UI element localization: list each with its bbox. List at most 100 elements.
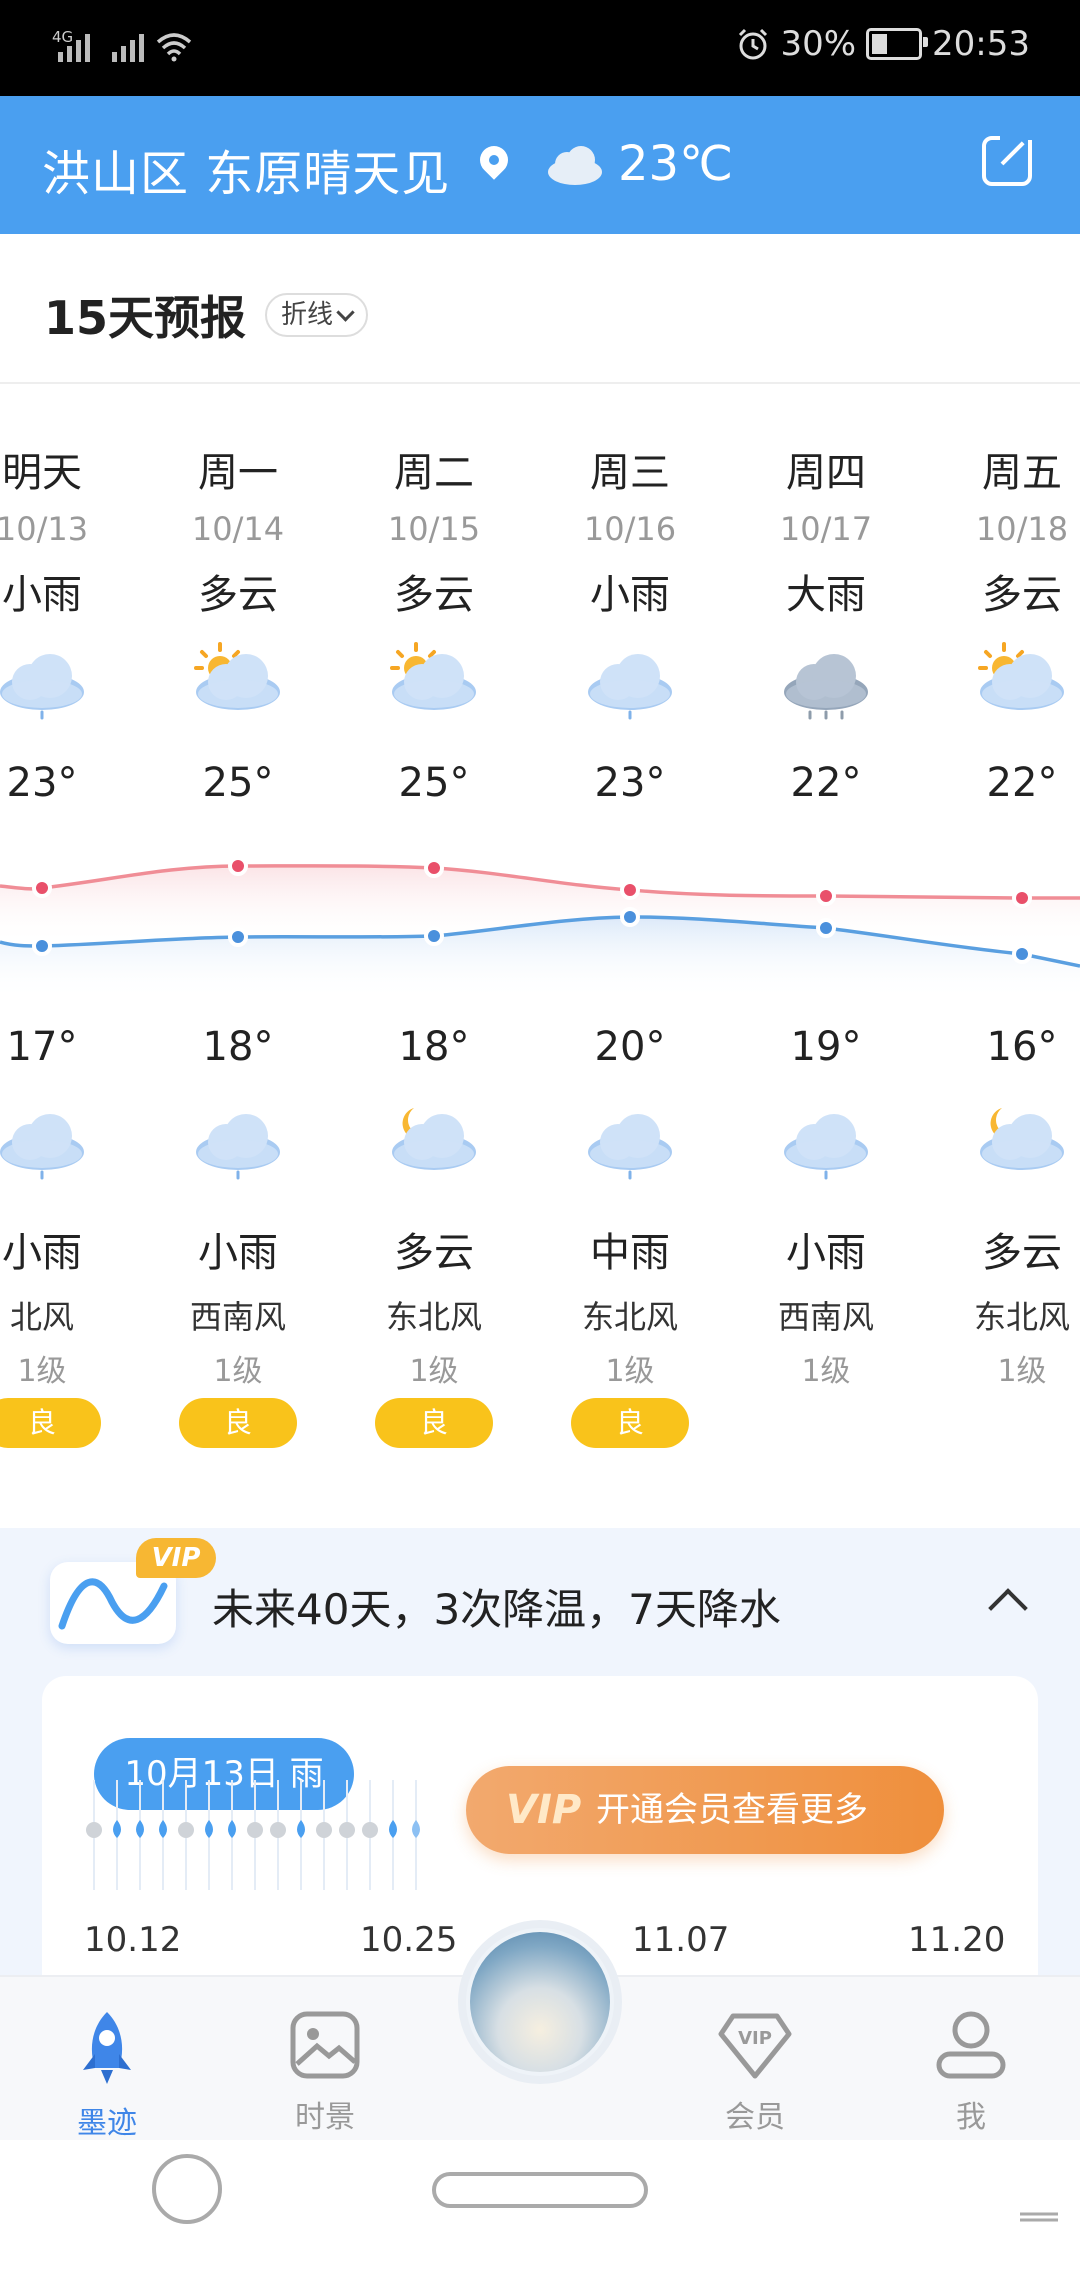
day-header[interactable]: 周二 10/15 多云	[359, 440, 509, 620]
user-icon	[936, 2011, 1006, 2079]
cta-label: 开通会员查看更多	[596, 1790, 868, 1830]
low-point-3	[620, 907, 640, 927]
aqi-cell: 良	[163, 1398, 313, 1448]
day-date: 10/18	[975, 510, 1069, 548]
alarm-icon	[739, 28, 768, 60]
day-date: 10/13	[0, 510, 89, 548]
low-temp: 19°	[790, 1024, 862, 1070]
day-condition: 小雨	[590, 572, 670, 618]
rain-cloud-icon	[555, 1100, 705, 1184]
sun-cloud-icon	[359, 640, 509, 724]
low-temp-cell: 18°	[359, 1024, 509, 1070]
battery-percent: 30%	[780, 24, 857, 64]
day-condition: 大雨	[786, 572, 866, 618]
scenery-thumbnail[interactable]	[470, 1932, 610, 2072]
signal-2-icon	[112, 34, 144, 62]
share-icon[interactable]	[982, 136, 1034, 186]
night-info: 小雨 北风 1级	[0, 1220, 117, 1390]
day-date: 10/15	[387, 510, 481, 548]
wind-level: 1级	[997, 1354, 1047, 1389]
low-temp: 20°	[594, 1024, 666, 1070]
night-info: 多云 东北风 1级	[359, 1220, 509, 1390]
night-info: 中雨 东北风 1级	[555, 1220, 705, 1390]
battery-icon	[866, 28, 929, 60]
low-temp-cell: 18°	[163, 1024, 313, 1070]
high-temp-cell: 25°	[359, 760, 509, 806]
night-condition: 多云	[394, 1230, 474, 1276]
day-header[interactable]: 周三 10/16 小雨	[555, 440, 705, 620]
app-header: 洪山区 东原晴天见 23℃	[0, 96, 1080, 234]
night-weather-icon	[163, 1100, 313, 1184]
rain-cloud-icon	[555, 640, 705, 724]
high-point-0	[32, 878, 52, 898]
aqi-cell: 良	[555, 1398, 705, 1448]
day-weather-icon	[751, 640, 901, 724]
night-weather-icon	[555, 1100, 705, 1184]
svg-text:VIP: VIP	[738, 2028, 772, 2049]
nav-item-scenery[interactable]: 时景	[260, 2010, 390, 2136]
wind-direction: 东北风	[385, 1298, 482, 1336]
low-temp-cell: 19°	[751, 1024, 901, 1070]
day-header[interactable]: 周一 10/14 多云	[163, 440, 313, 620]
rain-cloud-icon	[163, 1100, 313, 1184]
cta-vip-badge: VIP	[506, 1787, 582, 1833]
low-point-5	[1012, 944, 1032, 964]
wind-direction: 西南风	[189, 1298, 286, 1336]
night-condition: 小雨	[2, 1230, 82, 1276]
rain-cloud-icon	[751, 1100, 901, 1184]
nav-label: 时景	[295, 2100, 355, 2135]
night-condition: 小雨	[786, 1230, 866, 1276]
low-temp-cell: 20°	[555, 1024, 705, 1070]
status-bar: 4G 30% 20:53	[0, 0, 1080, 96]
day-header[interactable]: 周四 10/17 大雨	[751, 440, 901, 620]
low-point-1	[228, 927, 248, 947]
aqi-badge[interactable]: 良	[375, 1398, 493, 1448]
day-condition: 小雨	[2, 572, 82, 618]
night-info: 多云 东北风 1级	[947, 1220, 1080, 1390]
home-gesture-bar[interactable]	[432, 2172, 648, 2208]
day-weather-icon	[947, 640, 1080, 724]
nav-item-me[interactable]: 我	[906, 2010, 1036, 2136]
aqi-cell: 良	[0, 1398, 117, 1448]
day-header[interactable]: 周五 10/18 多云	[947, 440, 1080, 620]
night-weather-icon	[947, 1100, 1080, 1184]
high-temp-cell: 23°	[555, 760, 705, 806]
vip-diamond-icon: VIP	[718, 2013, 792, 2079]
day-weather-icon	[163, 640, 313, 724]
assistant-icon[interactable]	[152, 2154, 222, 2224]
tick-label: 11.07	[632, 1920, 730, 1960]
tick-label: 10.25	[360, 1920, 458, 1960]
day-weather-icon	[0, 640, 117, 724]
high-point-3	[620, 880, 640, 900]
aqi-badge[interactable]: 良	[0, 1398, 101, 1448]
vip-badge: VIP	[136, 1538, 216, 1578]
high-temp: 22°	[790, 760, 862, 806]
clock: 20:53	[932, 24, 1030, 64]
aqi-badge[interactable]: 良	[571, 1398, 689, 1448]
day-date: 10/14	[191, 510, 285, 548]
chart-mode-dropdown[interactable]: 折线	[265, 293, 369, 337]
low-temp: 16°	[986, 1024, 1058, 1070]
day-name: 周四	[786, 450, 866, 496]
high-point-4	[816, 886, 836, 906]
low-temp: 17°	[6, 1024, 78, 1070]
location-name[interactable]: 洪山区 东原晴天见	[42, 134, 450, 204]
nav-item-vip[interactable]: VIP 会员	[690, 2010, 820, 2136]
night-weather-icon	[751, 1100, 901, 1184]
night-info: 小雨 西南风 1级	[163, 1220, 313, 1390]
wind-direction: 东北风	[581, 1298, 678, 1336]
vip-upgrade-button[interactable]: VIP 开通会员查看更多	[466, 1766, 944, 1854]
keyboard-icon[interactable]	[1016, 2200, 1062, 2224]
low-temp: 18°	[398, 1024, 470, 1070]
picture-icon	[290, 2011, 360, 2079]
day-header[interactable]: 明天 10/13 小雨	[0, 440, 117, 620]
cloud-icon	[548, 146, 602, 185]
precip-mini-chart	[86, 1780, 420, 1890]
high-temp-cell: 22°	[947, 760, 1080, 806]
aqi-badge[interactable]: 良	[179, 1398, 297, 1448]
nav-item-moji[interactable]: 墨迹	[42, 2010, 172, 2142]
night-condition: 小雨	[198, 1230, 278, 1276]
rain-cloud-icon	[0, 1100, 117, 1184]
high-temp-cell: 25°	[163, 760, 313, 806]
sun-cloud-icon	[163, 640, 313, 724]
